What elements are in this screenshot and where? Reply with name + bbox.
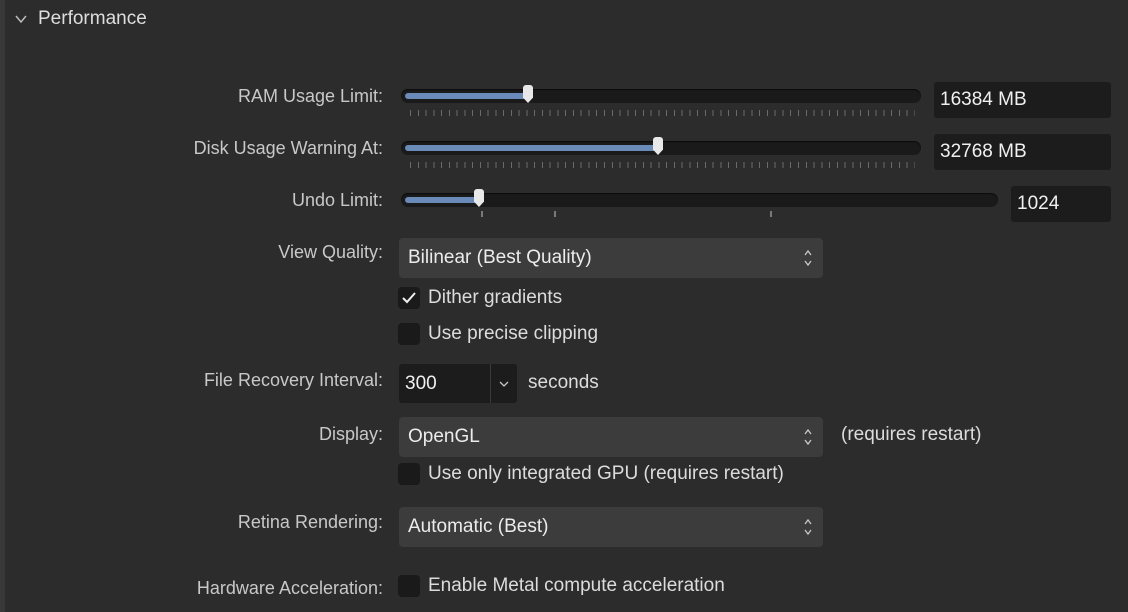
dither-gradients-checkbox[interactable]: [398, 287, 420, 309]
file-recovery-combobox[interactable]: 300: [399, 364, 517, 403]
disk-warning-slider[interactable]: [401, 137, 921, 155]
undo-limit-slider-thumb[interactable]: [474, 189, 484, 207]
display-label: Display:: [318, 424, 383, 444]
integrated-gpu-option[interactable]: Use only integrated GPU (requires restar…: [398, 462, 784, 486]
metal-compute-option[interactable]: Enable Metal compute acceleration: [398, 574, 725, 598]
ram-usage-slider-fill: [405, 93, 528, 99]
ram-usage-slider[interactable]: [401, 85, 921, 103]
display-select[interactable]: OpenGL: [399, 417, 823, 457]
file-recovery-label: File Recovery Interval:: [203, 370, 383, 390]
integrated-gpu-label: Use only integrated GPU (requires restar…: [428, 463, 784, 484]
dither-gradients-option[interactable]: Dither gradients: [398, 286, 562, 310]
display-selected: OpenGL: [408, 426, 480, 447]
precise-clipping-checkbox[interactable]: [398, 323, 420, 345]
section-header-performance[interactable]: Performance: [14, 6, 147, 32]
undo-limit-tick: [554, 211, 556, 217]
file-recovery-unit: seconds: [528, 372, 599, 393]
undo-limit-label: Undo Limit:: [291, 190, 383, 210]
disk-warning-value-field[interactable]: 32768 MB: [934, 134, 1111, 170]
disk-warning-slider-thumb[interactable]: [653, 137, 663, 155]
ram-usage-slider-ticks: [410, 110, 915, 116]
view-quality-selected: Bilinear (Best Quality): [408, 247, 592, 268]
undo-limit-tick: [481, 211, 483, 217]
undo-limit-value-field[interactable]: 1024: [1011, 186, 1111, 222]
undo-limit-slider-fill: [405, 197, 479, 203]
undo-limit-slider[interactable]: [401, 189, 998, 207]
view-quality-select[interactable]: Bilinear (Best Quality): [399, 238, 823, 278]
chevron-down-icon: [15, 15, 27, 24]
metal-compute-checkbox[interactable]: [398, 575, 420, 597]
checkmark-icon: [402, 292, 416, 304]
panel-left-border: [0, 0, 5, 612]
chevron-down-icon: [499, 381, 509, 387]
ram-usage-label: RAM Usage Limit:: [237, 86, 383, 106]
metal-compute-label: Enable Metal compute acceleration: [428, 575, 725, 596]
up-down-chevron-icon: [804, 249, 812, 267]
disk-warning-slider-fill: [405, 145, 658, 151]
ram-usage-value-field[interactable]: 16384 MB: [934, 82, 1111, 118]
dither-gradients-label: Dither gradients: [428, 287, 563, 308]
up-down-chevron-icon: [804, 518, 812, 536]
file-recovery-value[interactable]: 300: [405, 364, 437, 403]
hardware-acceleration-label: Hardware Acceleration:: [196, 578, 383, 598]
disk-warning-label: Disk Usage Warning At:: [193, 138, 383, 158]
integrated-gpu-checkbox[interactable]: [398, 463, 420, 485]
undo-limit-tick: [770, 211, 772, 217]
up-down-chevron-icon: [804, 428, 812, 446]
retina-rendering-selected: Automatic (Best): [408, 516, 549, 537]
section-title: Performance: [38, 8, 147, 29]
file-recovery-dropdown-button[interactable]: [491, 364, 517, 403]
ram-usage-slider-thumb[interactable]: [523, 85, 533, 103]
disk-warning-slider-ticks: [410, 162, 915, 168]
retina-rendering-select[interactable]: Automatic (Best): [399, 507, 823, 547]
view-quality-label: View Quality:: [278, 242, 383, 262]
retina-rendering-label: Retina Rendering:: [237, 512, 383, 532]
display-restart-note: (requires restart): [841, 424, 982, 445]
precise-clipping-label: Use precise clipping: [428, 323, 599, 344]
precise-clipping-option[interactable]: Use precise clipping: [398, 322, 598, 346]
